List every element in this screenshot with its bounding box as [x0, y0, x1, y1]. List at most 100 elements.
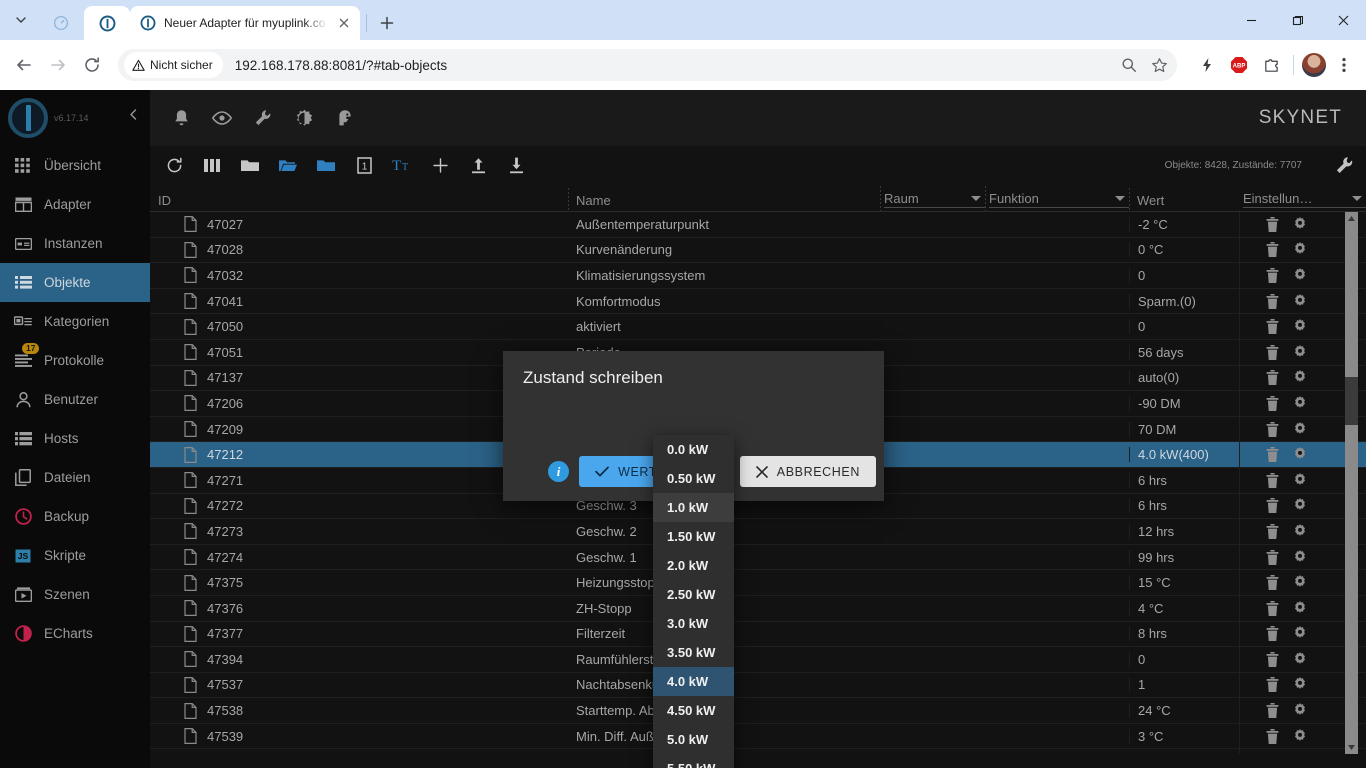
delete-icon[interactable] [1266, 242, 1281, 258]
dropdown-option[interactable]: 4.50 kW [653, 696, 734, 725]
delete-icon[interactable] [1266, 293, 1281, 309]
delete-icon[interactable] [1266, 421, 1281, 437]
table-row[interactable]: 47050 aktiviert 0 [150, 314, 1366, 340]
settings-gear-icon[interactable] [1293, 370, 1308, 385]
table-row[interactable]: 47274 Geschw. 1 99 hrs [150, 544, 1366, 571]
sidebar-item-objekte[interactable]: Objekte [0, 263, 150, 302]
forward-arrow-icon[interactable] [42, 49, 74, 81]
dropdown-option[interactable]: 1.0 kW [653, 493, 734, 522]
settings-gear-icon[interactable] [1293, 651, 1308, 667]
column-header-id[interactable]: ID [150, 193, 568, 208]
sidebar-item-protokolle[interactable]: 17 Protokolle [0, 341, 150, 380]
value-dropdown-menu[interactable]: 0.0 kW 0.50 kW 1.0 kW 1.50 kW 2.0 kW 2.50 kW 3… [653, 435, 734, 768]
cell-wert[interactable]: 4.0 kW(400) [1129, 447, 1239, 463]
tab-search-chevron-down-icon[interactable] [4, 3, 38, 37]
table-scrollbar[interactable] [1345, 212, 1358, 754]
cell-wert[interactable]: -2 °C [1129, 216, 1239, 232]
settings-gear-icon[interactable] [1293, 575, 1308, 590]
sidebar-item-adapter[interactable]: Adapter [0, 185, 150, 224]
table-row[interactable]: 47635aktiviert1 [150, 749, 1366, 754]
expand-folder-icon[interactable] [278, 155, 298, 175]
delete-icon[interactable] [1266, 575, 1281, 591]
settings-gear-icon[interactable] [1293, 498, 1308, 513]
dropdown-option[interactable]: 4.0 kW [653, 667, 734, 696]
settings-gear-icon[interactable] [1293, 523, 1308, 539]
adblock-plus-icon[interactable]: ABP [1225, 51, 1253, 79]
cell-wert[interactable]: 0 [1129, 267, 1239, 283]
delete-icon[interactable] [1266, 216, 1281, 232]
delete-icon[interactable] [1266, 319, 1281, 335]
dropdown-option[interactable]: 5.0 kW [653, 725, 734, 754]
settings-gear-icon[interactable] [1293, 395, 1308, 411]
column-header-wert[interactable]: Wert [1129, 188, 1239, 211]
scrollbar-thumb[interactable] [1345, 377, 1358, 425]
bell-icon[interactable] [170, 107, 192, 129]
browser-tab[interactable]: Neuer Adapter für myuplink.co [130, 6, 360, 40]
delete-icon[interactable] [1266, 523, 1281, 539]
sidebar-item-hosts[interactable]: Hosts [0, 419, 150, 458]
delete-icon[interactable] [1266, 472, 1281, 488]
delete-icon[interactable] [1266, 600, 1281, 616]
cell-wert[interactable]: 24 °C [1129, 703, 1239, 719]
delete-icon[interactable] [1266, 677, 1281, 693]
settings-gear-icon[interactable] [1293, 703, 1308, 718]
settings-gear-icon[interactable] [1293, 600, 1308, 616]
extensions-puzzle-icon[interactable] [1257, 51, 1285, 79]
cell-wert[interactable]: 56 days [1129, 344, 1239, 360]
table-row[interactable]: 47539Min. Diff. Außen- und Abluft3 °C [150, 723, 1366, 750]
eye-icon[interactable] [211, 107, 233, 129]
table-row[interactable]: 47538 Starttemp. Abluft 24 °C [150, 698, 1366, 724]
add-icon[interactable] [430, 155, 450, 175]
window-minimize-icon[interactable] [1228, 0, 1274, 40]
cell-wert[interactable]: 6 hrs [1129, 472, 1239, 488]
avatar[interactable] [1302, 53, 1326, 77]
collapse-all-icon[interactable] [240, 155, 260, 175]
cell-wert[interactable]: Sparm.(0) [1129, 293, 1239, 309]
table-row[interactable]: 47394 Raumfühlerst. System 0 [150, 647, 1366, 673]
new-tab-plus-icon[interactable] [373, 9, 401, 37]
download-icon[interactable] [506, 155, 526, 175]
column-header-raum[interactable]: Raum [880, 186, 985, 211]
kebab-menu-icon[interactable] [1330, 51, 1358, 79]
scroll-down-arrow-icon[interactable] [1345, 741, 1358, 754]
security-indicator[interactable]: Nicht sicher [124, 52, 223, 78]
cell-wert[interactable]: 0 [1129, 319, 1239, 335]
chevron-down-icon[interactable] [1115, 196, 1125, 201]
wrench-icon[interactable] [252, 107, 274, 129]
columns-icon[interactable] [202, 155, 222, 175]
sidebar-collapse-chevron-left-icon[interactable] [127, 108, 140, 121]
settings-wrench-icon[interactable] [1334, 155, 1354, 175]
table-row[interactable]: 47041 Komfortmodus Sparm.(0) [150, 288, 1366, 315]
window-close-icon[interactable] [1320, 0, 1366, 40]
cell-wert[interactable]: 6 hrs [1129, 498, 1239, 514]
settings-gear-icon[interactable] [1293, 728, 1308, 744]
table-row[interactable]: 47376 ZH-Stopp 4 °C [150, 595, 1366, 622]
delete-icon[interactable] [1266, 370, 1281, 386]
table-row[interactable]: 47273 Geschw. 2 12 hrs [150, 519, 1366, 545]
dropdown-option[interactable]: 2.0 kW [653, 551, 734, 580]
cell-wert[interactable]: 70 DM [1129, 421, 1239, 437]
sidebar-item-benutzer[interactable]: Benutzer [0, 380, 150, 419]
scroll-up-arrow-icon[interactable] [1345, 212, 1358, 225]
dropdown-option[interactable]: 2.50 kW [653, 580, 734, 609]
text-size-icon[interactable]: TT [392, 155, 412, 175]
sidebar-item-dateien[interactable]: Dateien [0, 458, 150, 497]
table-row[interactable]: 47032 Klimatisierungssystem 0 [150, 263, 1366, 289]
settings-gear-icon[interactable] [1293, 319, 1308, 334]
sidebar-item--bersicht[interactable]: Übersicht [0, 146, 150, 185]
cell-wert[interactable]: auto(0) [1129, 370, 1239, 386]
chevron-down-icon[interactable] [971, 196, 981, 201]
settings-gear-icon[interactable] [1293, 549, 1308, 565]
back-arrow-icon[interactable] [8, 49, 40, 81]
cell-wert[interactable]: 3 °C [1129, 728, 1239, 744]
settings-gear-icon[interactable] [1293, 677, 1308, 692]
lightning-icon[interactable] [1193, 51, 1221, 79]
cell-wert[interactable]: 1 [1129, 677, 1239, 693]
address-bar[interactable]: Nicht sicher 192.168.178.88:8081/?#tab-o… [118, 49, 1177, 81]
sidebar-item-backup[interactable]: Backup [0, 497, 150, 536]
expert-mode-icon[interactable] [334, 107, 356, 129]
settings-gear-icon[interactable] [1293, 447, 1308, 462]
cell-wert[interactable]: 12 hrs [1129, 523, 1239, 539]
table-row[interactable]: 47537 Nachtabsenkung 1 [150, 672, 1366, 699]
sidebar-item-echarts[interactable]: ECharts [0, 614, 150, 653]
